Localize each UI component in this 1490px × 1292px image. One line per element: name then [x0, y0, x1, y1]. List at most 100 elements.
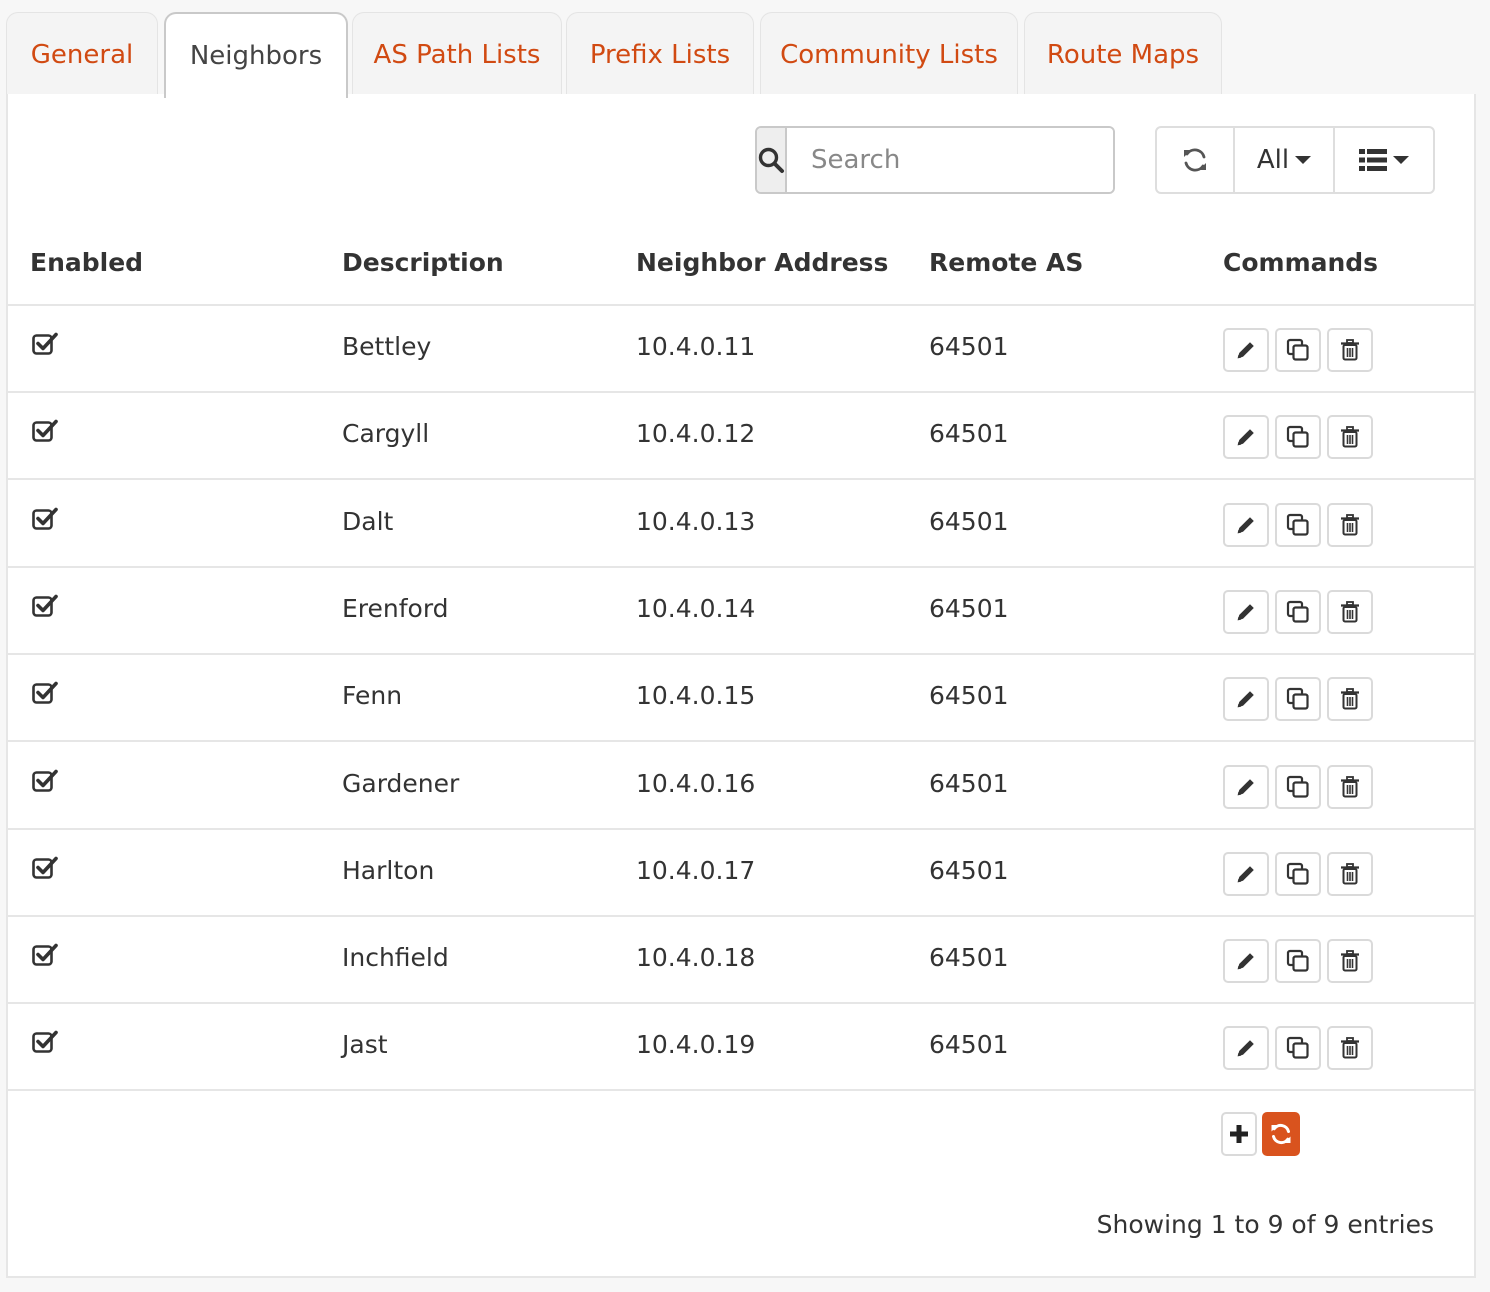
- cell-remote-as: 64501: [929, 1030, 1009, 1060]
- rows-per-page-dropdown[interactable]: All: [1235, 128, 1335, 192]
- delete-button[interactable]: [1327, 415, 1373, 460]
- refresh-button[interactable]: [1157, 128, 1235, 192]
- cell-remote-as: 64501: [929, 855, 1009, 885]
- table-row[interactable]: Erenford 10.4.0.14 64501: [8, 568, 1474, 655]
- clone-button[interactable]: [1275, 415, 1321, 460]
- table-row[interactable]: Jast 10.4.0.19 64501: [8, 1004, 1474, 1092]
- cell-remote-as: 64501: [929, 943, 1009, 973]
- tab-bar: General Neighbors AS Path Lists Prefix L…: [6, 12, 1476, 98]
- cell-remote-as: 64501: [929, 506, 1009, 536]
- delete-button[interactable]: [1327, 328, 1373, 372]
- add-button[interactable]: [1221, 1112, 1257, 1156]
- table-row[interactable]: Cargyll 10.4.0.12 64501: [8, 393, 1474, 481]
- search-input[interactable]: [787, 128, 1113, 192]
- delete-button[interactable]: [1327, 851, 1373, 896]
- tab-community-lists[interactable]: Community Lists: [760, 12, 1018, 96]
- cell-neighbor-address: 10.4.0.12: [636, 419, 756, 449]
- checkbox-checked-icon: [32, 769, 58, 797]
- clone-icon: [1286, 687, 1310, 711]
- trash-icon: [1340, 339, 1360, 361]
- column-header-commands: Commands: [1223, 248, 1379, 277]
- tab-neighbors[interactable]: Neighbors: [164, 12, 348, 98]
- clone-icon: [1286, 338, 1310, 362]
- clone-button[interactable]: [1275, 677, 1321, 722]
- edit-button[interactable]: [1223, 764, 1269, 809]
- table-row[interactable]: Gardener 10.4.0.16 64501: [8, 743, 1474, 830]
- reload-button[interactable]: [1262, 1112, 1300, 1156]
- trash-icon: [1340, 513, 1360, 536]
- checkbox-checked-icon: [32, 681, 58, 709]
- plus-icon: [1230, 1125, 1248, 1143]
- tab-route-maps[interactable]: Route Maps: [1024, 12, 1222, 96]
- edit-button[interactable]: [1223, 589, 1269, 634]
- pencil-icon: [1235, 514, 1257, 536]
- table-info: Showing 1 to 9 of 9 entries: [1096, 1210, 1434, 1239]
- table-header: Enabled Description Neighbor Address Rem…: [8, 224, 1474, 306]
- column-header-description[interactable]: Description: [342, 248, 504, 277]
- pencil-icon: [1235, 601, 1257, 623]
- clone-icon: [1286, 425, 1310, 449]
- refresh-icon: [1184, 148, 1206, 172]
- checkbox-checked-icon: [32, 419, 58, 447]
- clone-button[interactable]: [1275, 851, 1321, 896]
- trash-icon: [1340, 950, 1360, 972]
- clone-button[interactable]: [1275, 939, 1321, 984]
- column-header-neighbor-address[interactable]: Neighbor Address: [636, 248, 888, 277]
- reload-icon: [1271, 1123, 1291, 1145]
- delete-button[interactable]: [1327, 589, 1373, 634]
- cell-description: Harlton: [342, 855, 435, 885]
- cell-neighbor-address: 10.4.0.11: [636, 332, 756, 361]
- cell-description: Gardener: [342, 768, 460, 798]
- checkbox-checked-icon: [32, 1030, 58, 1058]
- table-row[interactable]: Bettley 10.4.0.11 64501: [8, 306, 1474, 393]
- edit-button[interactable]: [1223, 502, 1269, 547]
- table-row[interactable]: Dalt 10.4.0.13 64501: [8, 481, 1474, 568]
- delete-button[interactable]: [1327, 1026, 1373, 1071]
- cell-remote-as: 64501: [929, 768, 1009, 798]
- clone-button[interactable]: [1275, 502, 1321, 547]
- edit-button[interactable]: [1223, 851, 1269, 896]
- clone-button[interactable]: [1275, 764, 1321, 809]
- delete-button[interactable]: [1327, 502, 1373, 547]
- tab-general[interactable]: General: [6, 12, 158, 96]
- cell-description: Bettley: [342, 332, 432, 361]
- clone-button[interactable]: [1275, 1026, 1321, 1071]
- table-actions: All: [1155, 126, 1435, 194]
- column-header-enabled[interactable]: Enabled: [30, 248, 143, 277]
- clone-icon: [1286, 513, 1310, 537]
- edit-button[interactable]: [1223, 677, 1269, 722]
- pencil-icon: [1235, 950, 1257, 972]
- edit-button[interactable]: [1223, 1026, 1269, 1071]
- table-row[interactable]: Inchfield 10.4.0.18 64501: [8, 917, 1474, 1005]
- tab-as-path-lists[interactable]: AS Path Lists: [352, 12, 562, 96]
- table-row[interactable]: Fenn 10.4.0.15 64501: [8, 655, 1474, 743]
- cell-remote-as: 64501: [929, 419, 1009, 449]
- columns-dropdown[interactable]: [1335, 128, 1433, 192]
- clone-button[interactable]: [1275, 589, 1321, 634]
- cell-neighbor-address: 10.4.0.18: [636, 943, 756, 973]
- cell-neighbor-address: 10.4.0.15: [636, 681, 756, 711]
- delete-button[interactable]: [1327, 764, 1373, 809]
- delete-button[interactable]: [1327, 677, 1373, 722]
- clone-button[interactable]: [1275, 328, 1321, 372]
- delete-button[interactable]: [1327, 939, 1373, 984]
- pencil-icon: [1235, 688, 1257, 710]
- pencil-icon: [1235, 776, 1257, 798]
- table-row[interactable]: Harlton 10.4.0.17 64501: [8, 830, 1474, 917]
- trash-icon: [1340, 688, 1360, 710]
- cell-description: Dalt: [342, 506, 394, 536]
- edit-button[interactable]: [1223, 415, 1269, 460]
- clone-icon: [1286, 1036, 1310, 1060]
- edit-button[interactable]: [1223, 328, 1269, 372]
- cell-neighbor-address: 10.4.0.17: [636, 855, 756, 885]
- edit-button[interactable]: [1223, 939, 1269, 984]
- search-group: [755, 126, 1115, 194]
- column-header-remote-as[interactable]: Remote AS: [929, 248, 1083, 277]
- clone-icon: [1286, 862, 1310, 886]
- search-icon[interactable]: [757, 128, 787, 192]
- cell-neighbor-address: 10.4.0.19: [636, 1030, 756, 1060]
- tab-prefix-lists[interactable]: Prefix Lists: [566, 12, 754, 96]
- pencil-icon: [1235, 426, 1257, 448]
- clone-icon: [1286, 949, 1310, 973]
- chevron-down-icon: [1295, 156, 1312, 164]
